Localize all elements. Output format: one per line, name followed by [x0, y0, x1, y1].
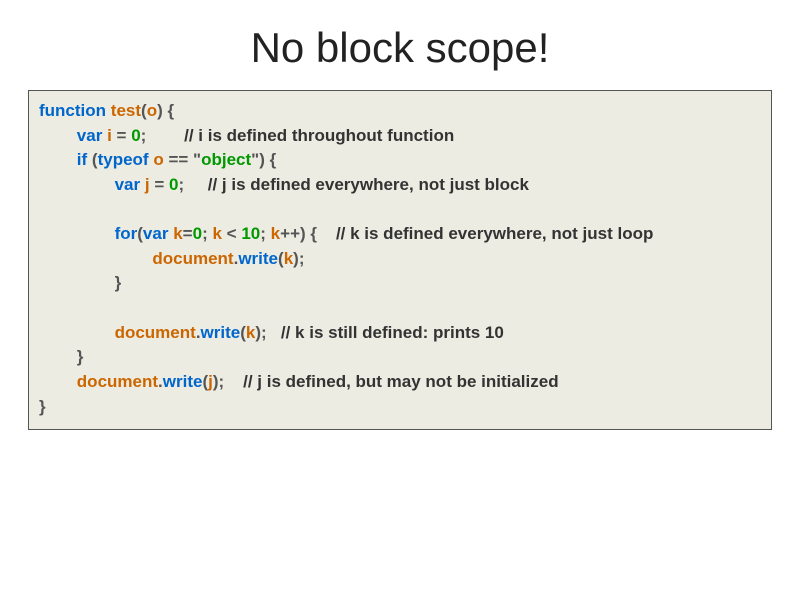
num-0: 0	[131, 126, 140, 145]
keyword-typeof: typeof	[98, 150, 149, 169]
op-eq: ==	[168, 150, 188, 169]
indent	[39, 224, 115, 243]
quote-open: "	[193, 150, 201, 169]
code-block: function test(o) { var i = 0; // i is de…	[28, 90, 772, 430]
indent	[39, 175, 115, 194]
var-k: k	[173, 224, 182, 243]
method-write: write	[163, 372, 203, 391]
var-k: k	[246, 323, 255, 342]
keyword-var: var	[115, 175, 141, 194]
param-o: o	[147, 101, 157, 120]
var-k: k	[284, 249, 293, 268]
comment-j2: // j is defined, but may not be initiali…	[243, 372, 558, 391]
slide-title: No block scope!	[0, 0, 800, 90]
keyword-function: function	[39, 101, 106, 120]
indent	[39, 126, 77, 145]
slide: No block scope! function test(o) { var i…	[0, 0, 800, 600]
indent	[39, 150, 77, 169]
indent	[39, 249, 152, 268]
brace-close: }	[115, 273, 122, 292]
op-lt: <	[227, 224, 237, 243]
comment-j: // j is defined everywhere, not just blo…	[208, 175, 529, 194]
op-assign: =	[154, 175, 164, 194]
brace-close: }	[39, 397, 46, 416]
obj-document: document	[77, 372, 158, 391]
var-k: k	[271, 224, 280, 243]
brace-open: {	[167, 101, 174, 120]
op-assign: =	[183, 224, 193, 243]
space	[146, 126, 184, 145]
indent	[39, 323, 115, 342]
op-assign: =	[117, 126, 127, 145]
space	[317, 224, 336, 243]
space	[224, 372, 243, 391]
keyword-var: var	[77, 126, 103, 145]
brace-open: {	[270, 150, 277, 169]
keyword-if: if	[77, 150, 87, 169]
string-object: object	[201, 150, 251, 169]
method-write: write	[201, 323, 241, 342]
comment-k: // k is defined everywhere, not just loo…	[336, 224, 653, 243]
indent	[39, 273, 115, 292]
keyword-var: var	[143, 224, 169, 243]
space	[184, 175, 208, 194]
brace-close: }	[77, 347, 84, 366]
obj-document: document	[115, 323, 196, 342]
indent	[39, 347, 77, 366]
semicolon: ;	[299, 249, 305, 268]
obj-document: document	[152, 249, 233, 268]
method-write: write	[238, 249, 278, 268]
var-o: o	[153, 150, 163, 169]
function-name: test	[111, 101, 141, 120]
space	[267, 323, 281, 342]
comment-k2: // k is still defined: prints 10	[281, 323, 504, 342]
keyword-for: for	[115, 224, 138, 243]
op-inc: ++	[280, 224, 300, 243]
indent	[39, 372, 77, 391]
var-k: k	[212, 224, 221, 243]
num-10: 10	[241, 224, 260, 243]
num-0: 0	[193, 224, 202, 243]
comment-i: // i is defined throughout function	[184, 126, 454, 145]
